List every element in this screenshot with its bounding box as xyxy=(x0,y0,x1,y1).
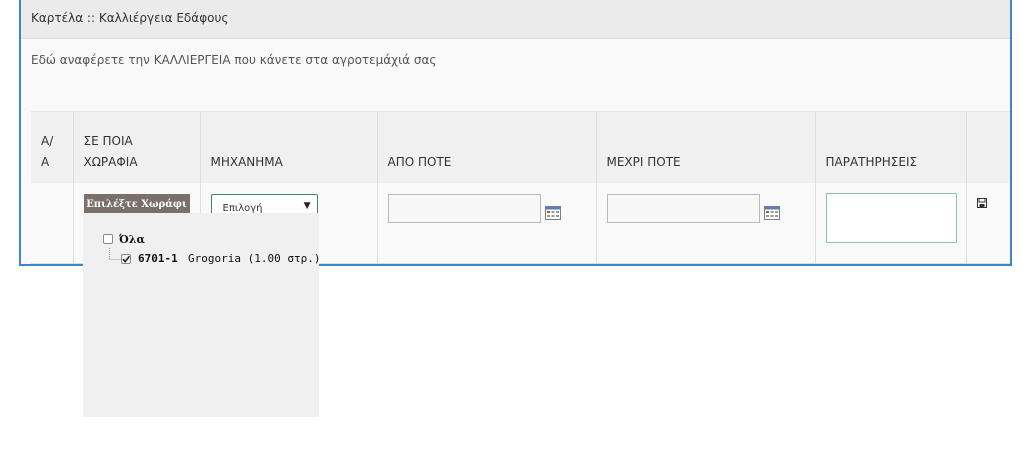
cell-until xyxy=(596,183,816,264)
col-header-actions xyxy=(966,111,1010,183)
checkmark-icon xyxy=(122,255,131,263)
save-icon[interactable] xyxy=(976,198,987,208)
select-all-label: Όλα xyxy=(119,233,145,246)
col-header-aa: Α/Α xyxy=(31,111,74,183)
tree-connector-icon xyxy=(109,248,121,260)
until-date-input[interactable] xyxy=(606,194,760,223)
field-option-name: Grogoria (1.00 στρ.) xyxy=(188,252,321,265)
field-option-code: 6701-1 xyxy=(138,252,178,265)
panel-title: Καρτέλα :: Καλλιέργεια Εδάφους xyxy=(31,11,229,25)
cell-aa xyxy=(31,183,74,264)
col-header-machine: ΜΗΧΑΝΗΜΑ xyxy=(200,111,378,183)
table-header-row: Α/Α ΣΕ ΠΟΙΑ ΧΩΡΑΦΙΑ ΜΗΧΑΝΗΜΑ ΑΠΟ ΠΟΤΕ ΜΕΧ… xyxy=(31,111,1010,183)
intro-text: Εδώ αναφέρετε την ΚΑΛΛΙΕΡΓΕΙΑ που κάνετε… xyxy=(31,53,437,67)
choose-field-button[interactable]: Επιλέξτε Χωράφι xyxy=(83,194,190,215)
field-dropdown: Όλα 6701-1 Grogoria (1.00 στρ.) xyxy=(83,213,321,417)
cell-from xyxy=(377,183,597,264)
calendar-icon[interactable] xyxy=(544,206,561,220)
from-date-input[interactable] xyxy=(387,194,541,223)
field-option-checkbox[interactable] xyxy=(121,254,131,264)
notes-textarea[interactable] xyxy=(825,193,957,243)
col-header-notes: ΠΑΡΑΤΗΡΗΣΕΙΣ xyxy=(815,111,967,183)
chevron-down-icon: ▼ xyxy=(303,201,311,211)
panel-header: Καρτέλα :: Καλλιέργεια Εδάφους xyxy=(21,0,1010,39)
col-header-from: ΑΠΟ ΠΟΤΕ xyxy=(377,111,597,183)
cell-actions xyxy=(966,183,1010,264)
col-header-until: ΜΕΧΡΙ ΠΟΤΕ xyxy=(596,111,816,183)
cell-notes xyxy=(815,183,967,264)
col-header-field: ΣΕ ΠΟΙΑ ΧΩΡΑΦΙΑ xyxy=(73,111,201,183)
calendar-icon[interactable] xyxy=(763,206,780,220)
select-all-checkbox[interactable] xyxy=(103,234,113,244)
